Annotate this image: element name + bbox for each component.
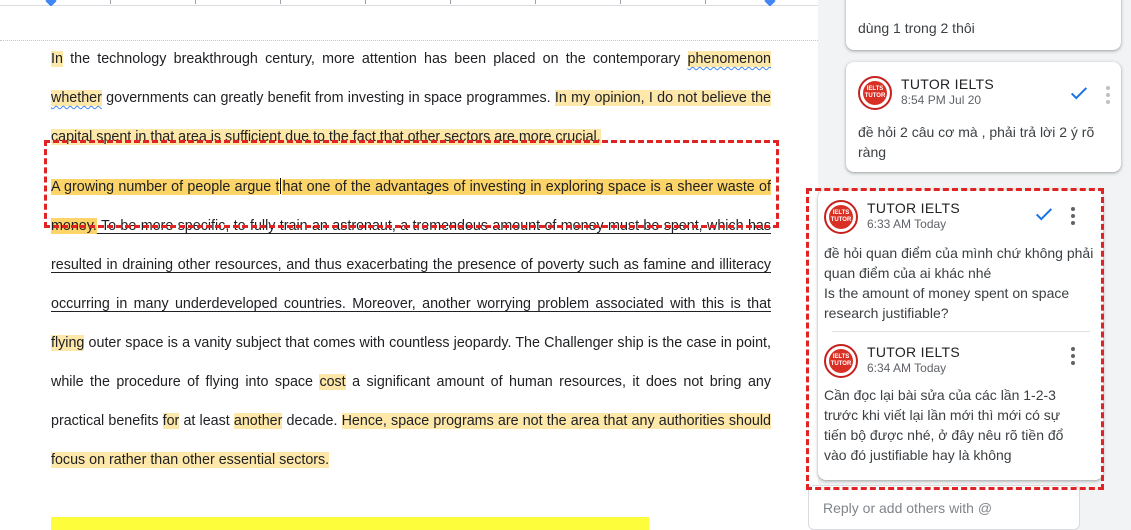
comment-author: TUTOR IELTS [867,344,961,360]
commented-text[interactable]: In [51,51,63,67]
commented-text[interactable]: flying [51,335,85,351]
tutor-ielts-avatar: IELTS TUTOR [858,76,892,110]
comments-sidebar: dùng 1 trong 2 thôi IELTS TUTOR TUTOR IEL… [818,0,1131,530]
more-vert-icon[interactable] [1105,86,1111,104]
comment-card-partial[interactable]: dùng 1 trong 2 thôi [846,0,1121,50]
more-vert-icon[interactable] [1070,207,1076,225]
comment-text: Cần đọc lại bài sửa của các lần 1-2-3 tr… [824,387,1064,463]
comment-author-row: IELTS TUTOR TUTOR IELTS 6:33 AM Today [824,200,960,234]
ruler-tick [110,0,111,4]
reply-box[interactable] [808,485,1080,530]
comment-card[interactable]: IELTS TUTOR TUTOR IELTS 8:54 PM Jul 20 đề… [846,62,1121,172]
comment-thread-active[interactable]: IELTS TUTOR TUTOR IELTS 6:33 AM Today đề … [818,190,1103,480]
paragraph-introduction[interactable]: In the technology breakthrough century, … [51,40,771,157]
comment-timestamp: 6:34 AM Today [867,361,947,375]
more-vert-icon[interactable] [1070,347,1076,365]
ruler-tick [450,0,451,4]
ruler-tick [195,0,196,4]
commented-text[interactable]: whether [51,90,102,106]
reply-input[interactable] [809,486,1079,529]
text-run: at least [179,413,234,429]
text-run: the technology breakthrough century, mor… [62,51,688,67]
ruler-tick [705,0,706,4]
ruler-tick [535,0,536,4]
ruler-tick [620,0,621,4]
text-run: decade. [282,413,342,429]
commented-text[interactable]: for [162,413,180,429]
comment-author: TUTOR IELTS [867,200,961,216]
comment-text: đề hỏi quan điểm của mình chứ không phải… [824,245,1094,321]
text-run: To be more specific, to fully train an a… [51,218,771,312]
comment-text: dùng 1 trong 2 thôi [858,20,975,36]
comment-timestamp: 6:33 AM Today [867,217,947,231]
check-icon[interactable] [1068,82,1090,104]
document-body[interactable]: In the technology breakthrough century, … [51,40,771,480]
text-run: governments can greatly benefit from inv… [101,90,555,106]
selected-commented-text[interactable]: A growing number of people argue t [51,179,280,195]
paragraph-body[interactable]: A growing number of people argue t hat on… [51,168,771,480]
commented-text[interactable]: phenomenon [687,51,771,67]
comment-divider [832,331,1090,332]
commented-text[interactable]: another [233,413,283,429]
ruler-tick [280,0,281,4]
commented-text[interactable]: cost [319,374,346,390]
tutor-ielts-avatar: IELTS TUTOR [824,200,858,234]
check-icon[interactable] [1033,203,1055,225]
ruler-tick [365,0,366,4]
comment-author: TUTOR IELTS [901,76,995,92]
tutor-ielts-avatar: IELTS TUTOR [824,344,858,378]
highlighted-text-strip[interactable] [51,517,649,530]
comment-author-row: IELTS TUTOR TUTOR IELTS 6:34 AM Today [824,344,960,378]
comment-author-row: IELTS TUTOR TUTOR IELTS 8:54 PM Jul 20 [858,76,994,110]
comment-timestamp: 8:54 PM Jul 20 [901,93,982,107]
comment-text: đề hỏi 2 câu cơ mà , phải trả lời 2 ý rõ… [858,124,1095,160]
